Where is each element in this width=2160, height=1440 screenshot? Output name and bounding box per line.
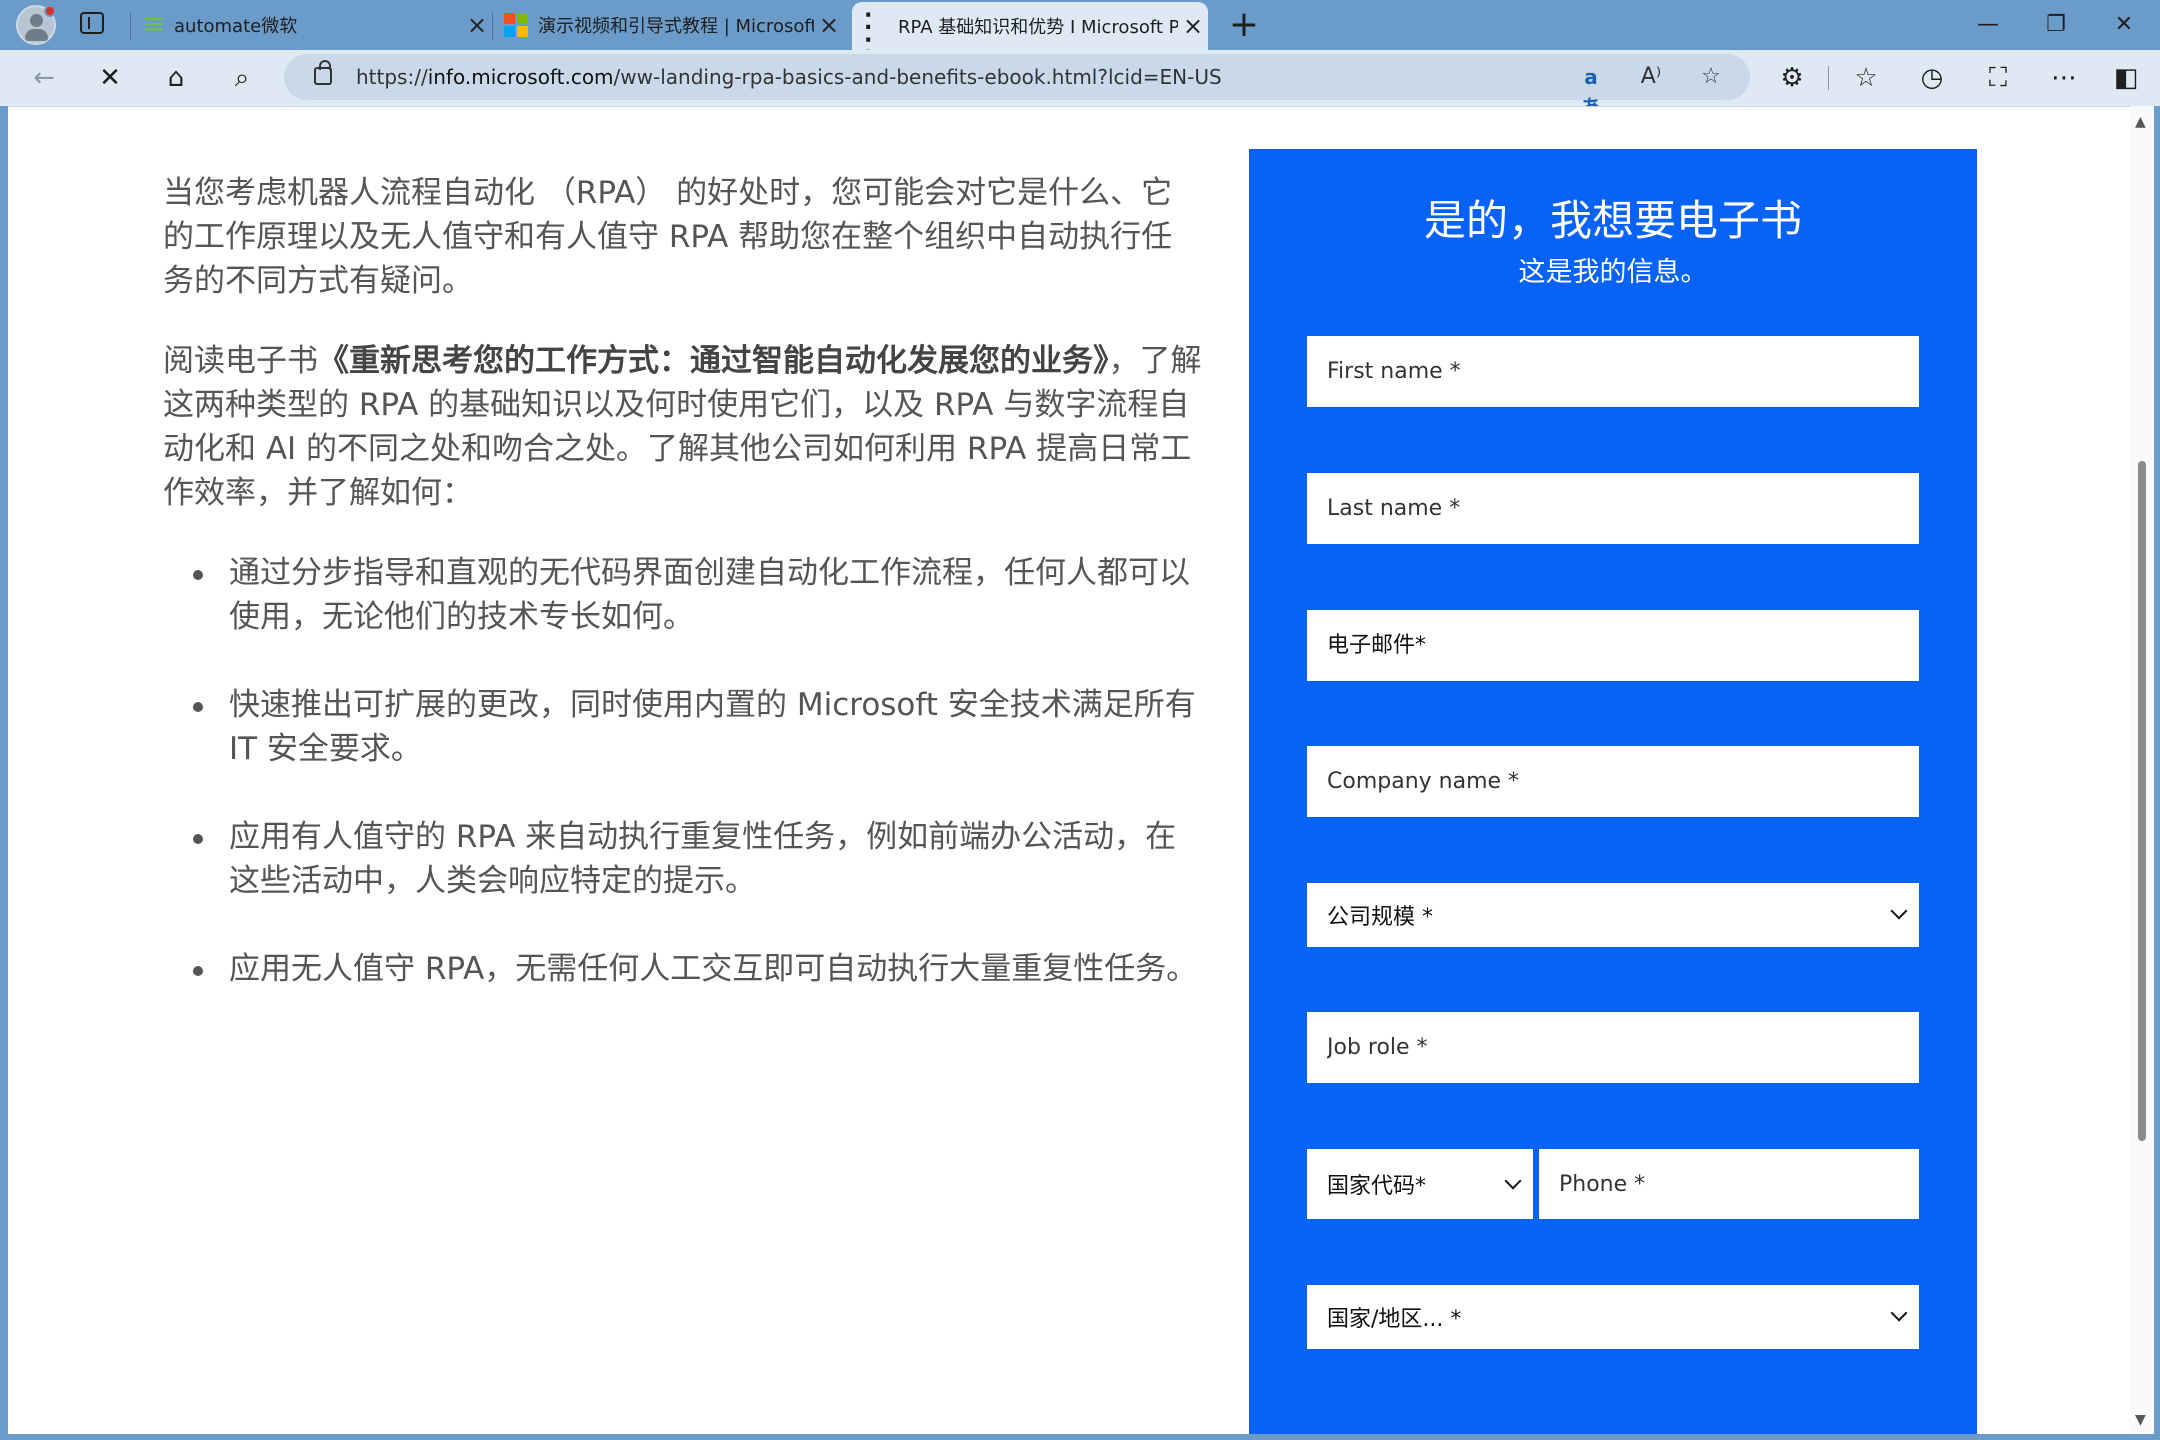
tab-separator [130, 12, 131, 40]
country-select[interactable]: 国家/地区... * [1307, 1285, 1919, 1349]
window-frame [2154, 106, 2160, 1440]
stop-loading-icon[interactable]: ✕ [90, 58, 130, 98]
window-frame [0, 106, 8, 1440]
more-options-icon[interactable]: ⋯ [2044, 58, 2084, 98]
first-name-input[interactable] [1307, 336, 1919, 407]
tab-strip: automate微软 × 演示视频和引导式教程 | Microsoft × RP… [0, 0, 2160, 60]
url-host: info.microsoft.com [427, 65, 614, 89]
intro-paragraph: 当您考虑机器人流程自动化 （RPA） 的好处时，您可能会对它是什么、它的工作原理… [163, 175, 1173, 299]
last-name-field [1307, 473, 1919, 544]
search-icon[interactable]: ⌕ [222, 58, 262, 98]
tab-title: 演示视频和引导式教程 | Microsoft [538, 16, 814, 37]
company-size-field[interactable]: 公司规模 * [1307, 883, 1919, 947]
address-bar[interactable]: https://info.microsoft.com/ww-landing-rp… [284, 54, 1750, 119]
list-item: 快速推出可扩展的更改，同时使用内置的 Microsoft 安全技术满足所有 IT… [193, 683, 1203, 771]
tab-separator [492, 12, 493, 40]
scroll-up-icon[interactable]: ▲ [2135, 114, 2146, 130]
tab-rpa-basics[interactable]: RPA 基础知识和优势 I Microsoft P × [852, 2, 1208, 60]
country-field[interactable]: 国家/地区... * [1307, 1285, 1919, 1349]
ebook-lead-text: 阅读电子书 [163, 343, 318, 379]
extensions-icon[interactable]: ⚙ [1772, 58, 1812, 98]
company-size-select[interactable]: 公司规模 * [1307, 883, 1919, 947]
favorite-star-icon[interactable]: ☆ [1696, 62, 1726, 92]
company-name-field [1307, 746, 1919, 817]
list-item: 应用无人值守 RPA，无需任何人工交互即可自动执行大量重复性任务。 [193, 947, 1203, 991]
list-item: 通过分步指导和直观的无代码界面创建自动化工作流程，任何人都可以使用，无论他们的技… [193, 551, 1203, 639]
list-item: 应用有人值守的 RPA 来自动执行重复性任务，例如前端办公活动，在这些活动中，人… [193, 815, 1203, 903]
lock-icon[interactable] [314, 60, 332, 85]
ebook-form: 是的，我想要电子书 这是我的信息。 公司规模 * 国家代码* 国家/地区 [1249, 149, 1977, 1434]
profile-avatar-icon[interactable] [16, 5, 56, 45]
tab-title: automate微软 [174, 16, 298, 37]
last-name-input[interactable] [1307, 473, 1919, 544]
ebook-paragraph: 阅读电子书《重新思考您的工作方式：通过智能自动化发展您的业务》，了解这两种类型的… [163, 339, 1203, 515]
benefits-list: 通过分步指导和直观的无代码界面创建自动化工作流程，任何人都可以使用，无论他们的技… [193, 551, 1203, 991]
scroll-down-icon[interactable]: ▼ [2135, 1412, 2146, 1428]
page-viewport: 当您考虑机器人流程自动化 （RPA） 的好处时，您可能会对它是什么、它的工作原理… [8, 106, 2130, 1434]
url-path: /ww-landing-rpa-basics-and-benefits-eboo… [613, 65, 1222, 89]
job-role-field [1307, 1012, 1919, 1083]
read-aloud-icon[interactable]: A⁾ [1636, 62, 1666, 92]
phone-input[interactable] [1539, 1149, 1919, 1219]
country-code-field[interactable]: 国家代码* [1307, 1149, 1533, 1219]
form-subtitle: 这是我的信息。 [1518, 257, 1708, 288]
notification-dot [44, 5, 56, 17]
new-tab-button[interactable]: + [1224, 4, 1264, 46]
close-icon[interactable]: × [1178, 12, 1208, 40]
country-code-select[interactable]: 国家代码* [1307, 1149, 1533, 1219]
restore-button[interactable]: ❐ [2026, 4, 2086, 46]
vertical-scrollbar[interactable]: ▲ ▼ [2130, 106, 2154, 1434]
url-text[interactable]: https://info.microsoft.com/ww-landing-rp… [356, 65, 1222, 89]
home-icon[interactable]: ⌂ [156, 58, 196, 98]
scroll-thumb[interactable] [2138, 461, 2146, 1141]
history-icon[interactable]: ◷ [1912, 58, 1952, 98]
article-body: 当您考虑机器人流程自动化 （RPA） 的好处时，您可能会对它是什么、它的工作原理… [163, 171, 1203, 1035]
form-title: 是的，我想要电子书 [1423, 196, 1802, 245]
window-frame [0, 1434, 2160, 1440]
loading-icon [864, 10, 888, 60]
power-automate-icon [140, 7, 165, 40]
url-prefix: https:// [356, 65, 428, 89]
minimize-button[interactable]: — [1958, 4, 2018, 46]
translate-icon[interactable]: aあ [1576, 62, 1606, 119]
job-role-input[interactable] [1307, 1012, 1919, 1083]
company-name-input[interactable] [1307, 746, 1919, 817]
tab-automate[interactable]: automate微软 × [140, 4, 492, 46]
close-icon[interactable]: × [814, 11, 844, 39]
browser-toolbar: ← ✕ ⌂ ⌕ https://info.microsoft.com/ww-la… [0, 50, 2160, 119]
screenshot-icon[interactable]: ⛶ [1978, 58, 2018, 98]
email-field [1307, 610, 1919, 681]
phone-field [1539, 1149, 1919, 1219]
tab-title: RPA 基础知识和优势 I Microsoft P [898, 17, 1178, 38]
email-input[interactable] [1307, 610, 1919, 681]
close-window-button[interactable]: ✕ [2094, 4, 2154, 46]
ebook-title: 《重新思考您的工作方式：通过智能自动化发展您的业务》 [318, 343, 1109, 379]
microsoft-logo-icon [504, 13, 528, 37]
close-icon[interactable]: × [462, 11, 492, 39]
back-arrow-icon[interactable]: ← [24, 58, 64, 98]
tab-actions-icon[interactable] [80, 12, 104, 34]
toolbar-divider [1828, 66, 1829, 90]
tab-tutorials[interactable]: 演示视频和引导式教程 | Microsoft × [504, 4, 844, 46]
first-name-field [1307, 336, 1919, 407]
sidebar-toggle-icon[interactable]: ◧ [2108, 58, 2144, 98]
favorites-icon[interactable]: ☆ [1846, 58, 1886, 98]
